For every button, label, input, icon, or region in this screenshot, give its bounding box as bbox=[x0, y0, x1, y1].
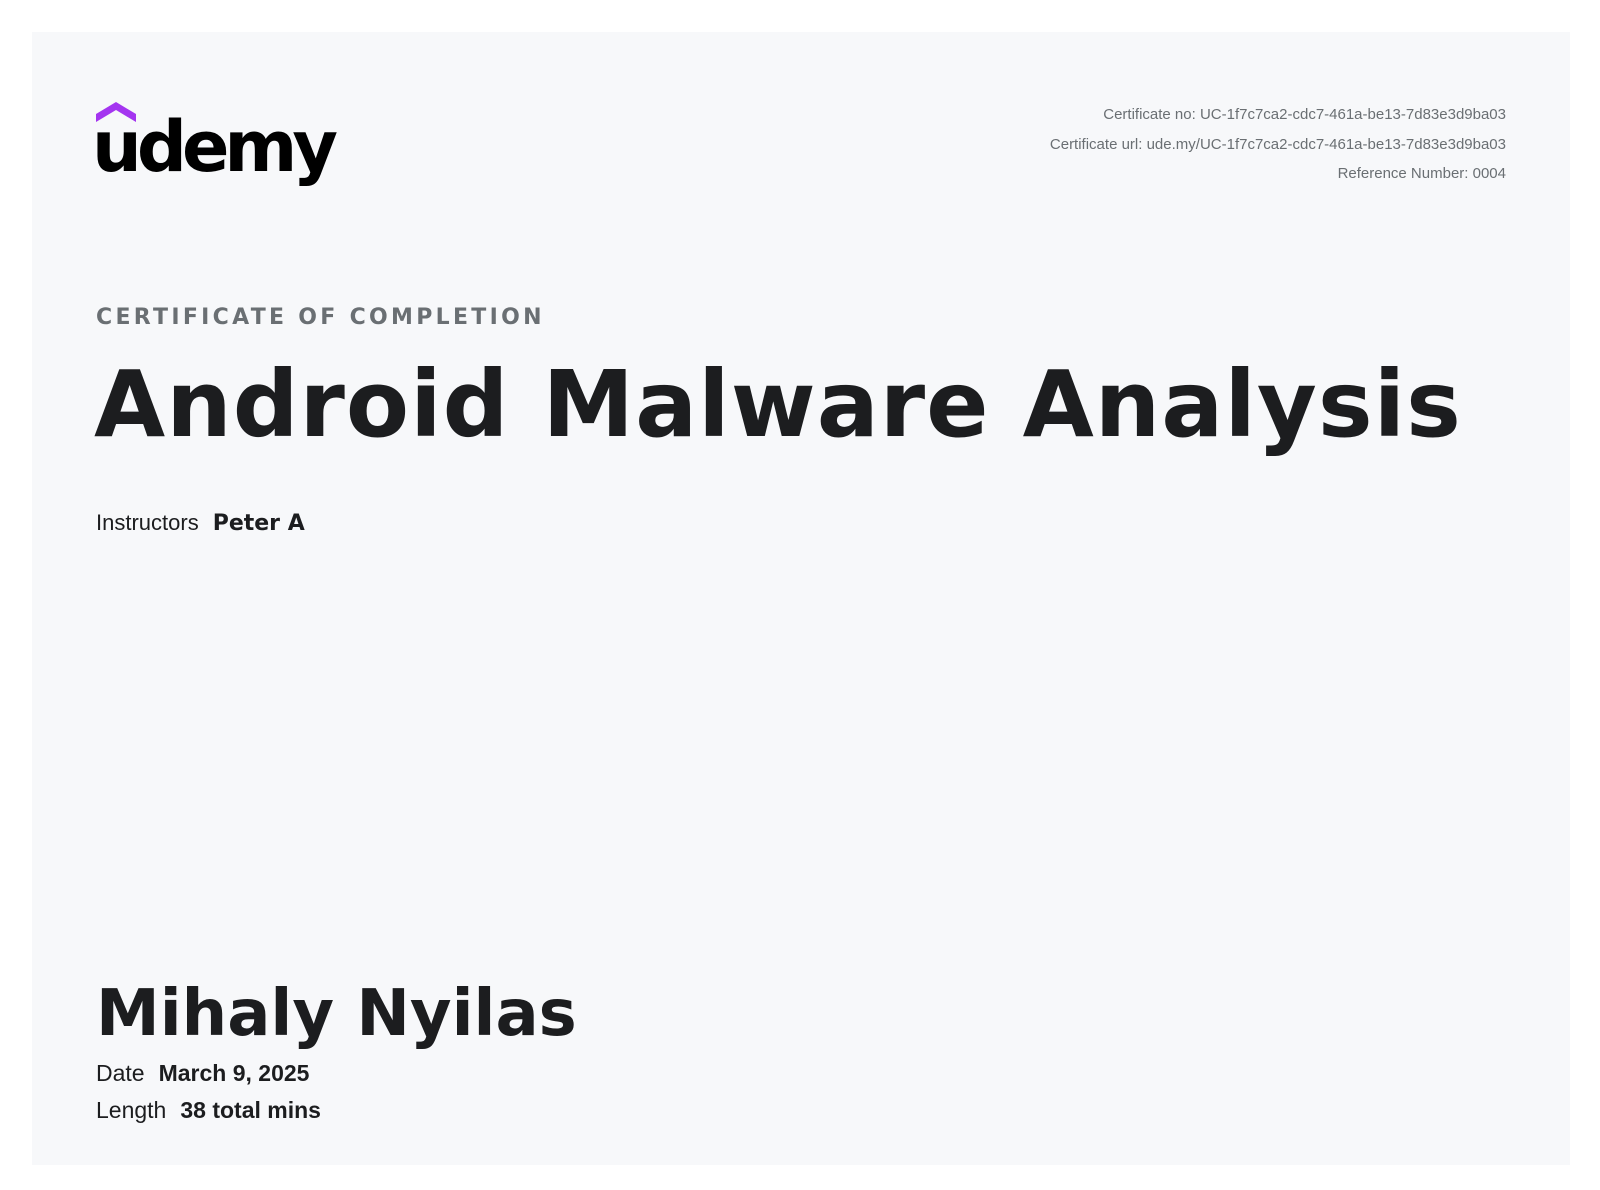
certificate-number: Certificate no: UC-1f7c7ca2-cdc7-461a-be… bbox=[1103, 106, 1506, 123]
certificate-meta: Certificate no: UC-1f7c7ca2-cdc7-461a-be… bbox=[1050, 100, 1506, 189]
certificate-url: Certificate url: ude.my/UC-1f7c7ca2-cdc7… bbox=[1049, 135, 1506, 153]
recipient-name: Mihaly Nyilas bbox=[96, 977, 577, 1051]
length-row: Length 38 total mins bbox=[96, 1097, 321, 1124]
date-label: Date bbox=[96, 1060, 145, 1086]
instructor-name: Peter A bbox=[212, 511, 305, 536]
course-title: Android Malware Analysis bbox=[94, 351, 1462, 458]
certificate: udemy Certificate no: UC-1f7c7ca2-cdc7-4… bbox=[32, 32, 1570, 1165]
length-value: 38 total mins bbox=[180, 1097, 321, 1123]
udemy-wordmark: udemy bbox=[96, 106, 337, 188]
instructors-label: Instructors bbox=[96, 510, 199, 535]
udemy-logo: udemy bbox=[96, 102, 342, 188]
instructors-row: Instructors Peter A bbox=[96, 510, 305, 536]
date-row: Date March 9, 2025 bbox=[96, 1060, 309, 1087]
reference-number: Reference Number: 0004 bbox=[1337, 165, 1506, 182]
date-value: March 9, 2025 bbox=[158, 1060, 310, 1086]
length-label: Length bbox=[96, 1097, 167, 1123]
certificate-kicker: CERTIFICATE OF COMPLETION bbox=[96, 305, 545, 330]
